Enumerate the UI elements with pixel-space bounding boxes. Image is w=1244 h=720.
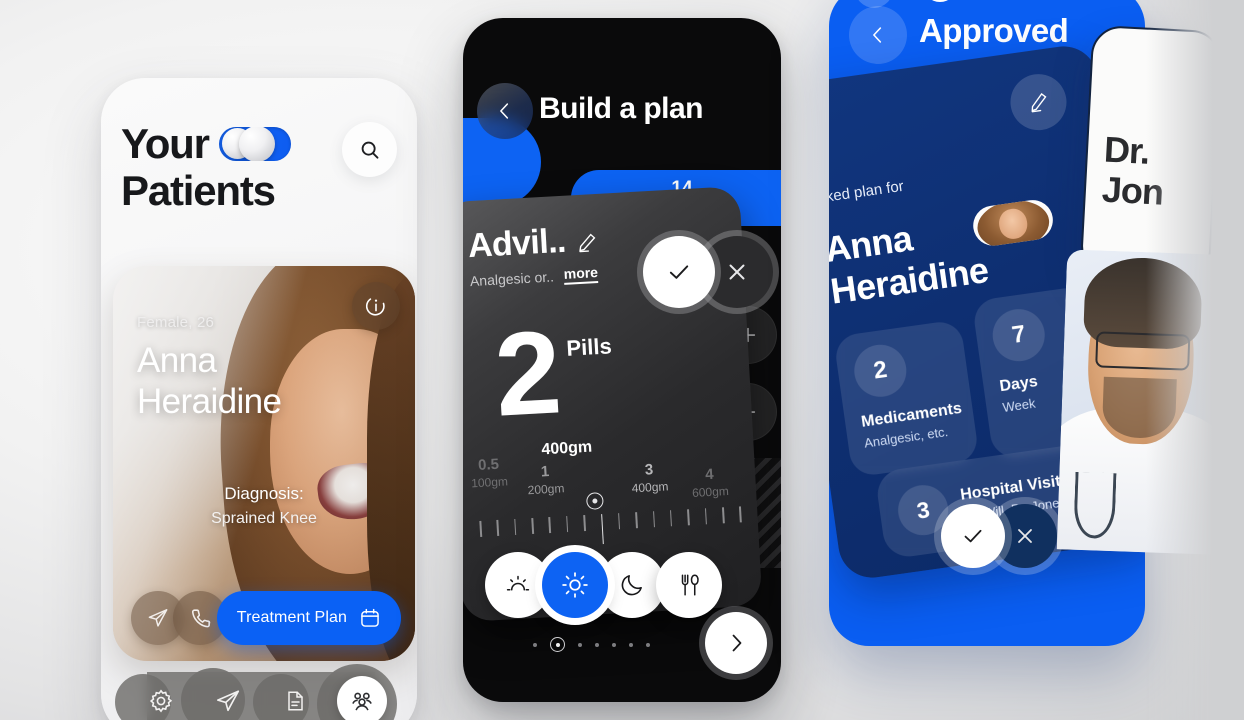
pagination-dot[interactable] xyxy=(629,642,633,647)
back-button[interactable] xyxy=(849,6,907,64)
time-option-meal[interactable] xyxy=(656,552,722,618)
accept-button[interactable] xyxy=(643,236,715,308)
sun-icon xyxy=(562,572,588,598)
patient-name: Anna Heraidine xyxy=(829,207,991,313)
search-icon xyxy=(361,141,378,159)
chevron-left-icon xyxy=(500,103,509,119)
medication-category-row: Analgesic or.. more xyxy=(469,263,599,290)
patient-name-line2: Heraidine xyxy=(137,381,282,421)
info-icon xyxy=(365,298,385,316)
moon-icon xyxy=(621,575,642,596)
ruler-tick-0-value: 0.5 xyxy=(477,455,500,474)
treatment-plan-button[interactable]: Treatment Plan xyxy=(216,591,401,645)
medication-name-row: Advil.. xyxy=(467,220,599,266)
approval-confirm-group xyxy=(941,504,1057,568)
edit-plan-button[interactable] xyxy=(1006,70,1071,134)
medication-name: Advil.. xyxy=(466,221,567,266)
page-title: Approved xyxy=(919,12,1069,49)
send-icon xyxy=(148,609,168,627)
stat-card-medicaments[interactable]: 2 Medicaments Analgesic, etc. xyxy=(833,319,980,478)
pill-toggle-sphere-right xyxy=(238,126,275,161)
ruler-tick-4: 4 600gm xyxy=(691,465,729,500)
patient-avatar[interactable] xyxy=(970,197,1056,249)
accept-button[interactable] xyxy=(941,504,1005,568)
document-icon xyxy=(287,691,303,711)
pagination-dot[interactable] xyxy=(595,642,599,647)
dose-value: 2 xyxy=(491,306,560,442)
sidebar-item-patients[interactable] xyxy=(336,676,387,720)
patient-diagnosis: Diagnosis: Sprained Knee xyxy=(113,484,415,528)
ruler-tick-0-grams: 100gm xyxy=(470,474,509,491)
dose-unit: Pills xyxy=(565,333,613,361)
close-icon xyxy=(1018,529,1032,543)
phone-icon xyxy=(191,609,211,628)
patient-card[interactable]: Female, 26 Anna Heraidine Diagnosis: Spr… xyxy=(113,266,415,661)
medication-confirm-group xyxy=(643,236,773,308)
ruler-tick-3-grams: 400gm xyxy=(631,479,669,496)
ruler-tick-0: 0.5 100gm xyxy=(470,455,509,491)
time-option-day[interactable] xyxy=(542,552,608,618)
back-button[interactable] xyxy=(477,83,533,139)
next-step-button[interactable] xyxy=(705,612,767,674)
patient-name-line1: Anna xyxy=(137,341,217,380)
page-title: Build a plan xyxy=(539,92,704,125)
search-button[interactable] xyxy=(342,122,397,177)
phone-your-patients: Your Patients Female, 26 Anna Heraidine … xyxy=(101,78,417,720)
pill-toggle-icon[interactable] xyxy=(218,126,291,161)
page-title-line1: Your xyxy=(121,120,210,167)
bottom-nav-items xyxy=(113,658,409,720)
pagination-dot[interactable] xyxy=(533,642,537,647)
more-link[interactable]: more xyxy=(563,263,599,285)
pencil-icon xyxy=(1031,92,1047,113)
chevron-right-icon xyxy=(732,634,742,652)
ruler-tick-3: 3 400gm xyxy=(630,460,668,495)
time-of-day-selector xyxy=(485,552,722,618)
ruler-tick-1-grams: 200gm xyxy=(527,481,565,498)
patient-info-button[interactable] xyxy=(352,282,400,330)
stat-count: 7 xyxy=(989,305,1049,365)
phone-build-a-plan: Build a plan 14 Sep Advil.. xyxy=(463,18,781,702)
cutlery-icon xyxy=(681,574,699,596)
pagination-dots xyxy=(533,637,650,652)
sidebar-item-documents[interactable] xyxy=(270,676,320,720)
patient-meta: Female, 26 Anna Heraidine xyxy=(137,314,282,422)
pagination-dot-active[interactable] xyxy=(550,637,565,652)
patient-quick-actions xyxy=(131,591,227,645)
sidebar-item-settings[interactable] xyxy=(136,676,186,720)
treatment-plan-label: Treatment Plan xyxy=(236,609,347,626)
page-title-line2: Patients xyxy=(121,167,276,215)
ruler-tick-1: 1 200gm xyxy=(526,462,564,497)
check-icon xyxy=(669,265,689,279)
stat-count: 2 xyxy=(850,341,910,401)
dose-display: 2 Pills xyxy=(491,306,616,442)
ruler-tick-1-value: 1 xyxy=(540,463,550,481)
gear-icon xyxy=(149,689,172,713)
sidebar-item-messages[interactable] xyxy=(203,676,253,720)
bottom-nav xyxy=(113,658,409,720)
medication-category: Analgesic or.. xyxy=(469,267,555,289)
people-icon xyxy=(351,692,372,711)
diagnosis-label: Diagnosis: xyxy=(224,484,304,503)
close-icon xyxy=(729,264,745,280)
pencil-icon[interactable] xyxy=(575,231,598,254)
patient-demographics: Female, 26 xyxy=(137,314,215,331)
pagination-dot[interactable] xyxy=(646,642,650,647)
right-edge-fade xyxy=(1146,0,1244,720)
send-icon xyxy=(216,690,239,712)
patient-name: Anna Heraidine xyxy=(137,341,282,422)
diagnosis-value: Sprained Knee xyxy=(211,510,317,527)
ruler-tick-4-grams: 600gm xyxy=(691,484,730,501)
plan-kicker: eked plan for xyxy=(829,177,905,207)
pagination-dot[interactable] xyxy=(578,642,582,647)
decorative-circle-2 xyxy=(923,0,957,2)
chevron-left-icon xyxy=(873,27,882,43)
mockup-stage: Your Patients Female, 26 Anna Heraidine … xyxy=(0,0,1244,720)
calendar-icon xyxy=(361,608,379,627)
sunrise-icon xyxy=(506,575,530,591)
ruler-tick-3-value: 3 xyxy=(644,461,654,479)
check-icon xyxy=(964,529,982,543)
pagination-dot[interactable] xyxy=(612,642,616,647)
ruler-tick-4-value: 4 xyxy=(704,465,715,484)
